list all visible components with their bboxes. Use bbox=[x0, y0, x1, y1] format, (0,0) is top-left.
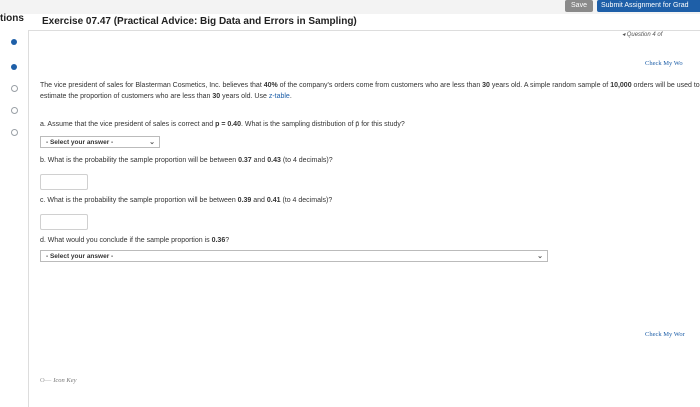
part-d-select[interactable]: - Select your answer - ⌄ bbox=[40, 250, 548, 262]
z-table-link[interactable]: z-table bbox=[269, 93, 290, 100]
check-my-work-link[interactable]: Check My Wor bbox=[645, 331, 685, 338]
save-button[interactable]: Save bbox=[565, 0, 593, 12]
part-a-select[interactable]: - Select your answer - ⌄ bbox=[40, 136, 160, 148]
part-b-answer-input[interactable] bbox=[40, 174, 88, 190]
question-status-dot[interactable] bbox=[11, 107, 18, 114]
submit-assignment-button[interactable]: Submit Assignment for Grad bbox=[597, 0, 700, 12]
question-navigator[interactable]: ◂ Question 4 of bbox=[622, 31, 662, 38]
top-toolbar bbox=[0, 0, 700, 14]
part-d-question: d. What would you conclude if the sample… bbox=[40, 237, 230, 244]
problem-statement: The vice president of sales for Blasterm… bbox=[40, 82, 700, 100]
key-icon: O— bbox=[40, 377, 52, 384]
part-c-answer-input[interactable] bbox=[40, 214, 88, 230]
question-status-dot[interactable] bbox=[11, 129, 18, 136]
exercise-title: Exercise 07.47 (Practical Advice: Big Da… bbox=[42, 16, 357, 27]
question-status-dot[interactable] bbox=[11, 85, 18, 92]
chevron-down-icon: ⌄ bbox=[537, 253, 543, 260]
part-a-question: a. Assume that the vice president of sal… bbox=[40, 121, 405, 128]
check-my-work-link[interactable]: Check My Wo bbox=[645, 60, 683, 67]
question-status-dot[interactable] bbox=[11, 64, 17, 70]
icon-key-link[interactable]: O— Icon Key bbox=[40, 377, 76, 384]
header-divider bbox=[28, 30, 700, 31]
question-counter: Question 4 of bbox=[626, 32, 663, 38]
question-status-dot[interactable] bbox=[11, 39, 17, 45]
sidebar-divider bbox=[28, 30, 29, 407]
part-b-question: b. What is the probability the sample pr… bbox=[40, 157, 333, 164]
sidebar-section-label: tions bbox=[0, 13, 24, 24]
part-c-question: c. What is the probability the sample pr… bbox=[40, 197, 333, 204]
chevron-down-icon: ⌄ bbox=[149, 139, 155, 146]
